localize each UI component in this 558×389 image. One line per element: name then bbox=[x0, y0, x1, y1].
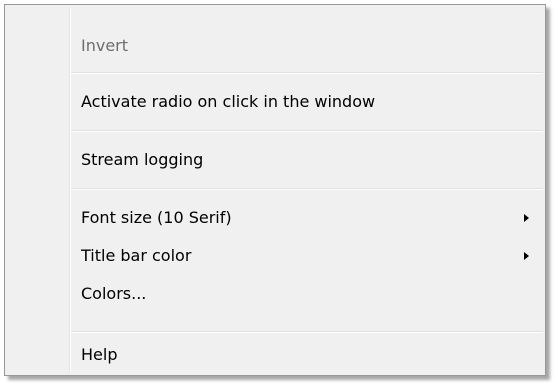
menu-separator bbox=[71, 130, 543, 132]
menu-separator bbox=[71, 72, 543, 74]
context-menu: Invert Activate radio on click in the wi… bbox=[4, 4, 546, 376]
menu-item-font-size[interactable]: Font size (10 Serif) bbox=[81, 204, 525, 232]
menu-separator bbox=[71, 188, 543, 190]
menu-item-activate-radio-on-click[interactable]: Activate radio on click in the window bbox=[81, 88, 525, 116]
menu-icon-gutter-divider bbox=[69, 7, 71, 373]
menu-item-colors[interactable]: Colors... bbox=[81, 280, 525, 308]
menu-separator bbox=[71, 331, 543, 333]
submenu-arrow-icon bbox=[524, 214, 529, 222]
menu-item-stream-logging[interactable]: Stream logging bbox=[81, 146, 525, 174]
menu-item-help[interactable]: Help bbox=[81, 341, 525, 369]
submenu-arrow-icon bbox=[524, 252, 529, 260]
menu-item-title-bar-color[interactable]: Title bar color bbox=[81, 242, 525, 270]
menu-item-invert: Invert bbox=[81, 36, 129, 55]
